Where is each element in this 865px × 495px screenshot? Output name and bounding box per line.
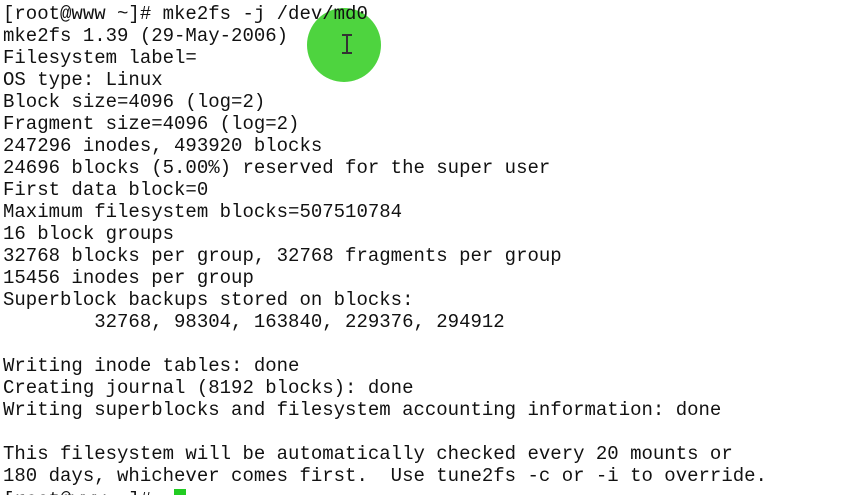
terminal-next-prompt: [root@www ~]#	[3, 489, 163, 495]
terminal-line-max-blocks: Maximum filesystem blocks=507510784	[3, 201, 403, 223]
terminal-line-check-2: 180 days, whichever comes first. Use tun…	[3, 465, 767, 487]
ibeam-cursor-icon	[341, 33, 353, 55]
terminal-line-inode-tables: Writing inode tables: done	[3, 355, 300, 377]
text-cursor	[174, 489, 186, 495]
terminal-line-superblocks: Writing superblocks and filesystem accou…	[3, 399, 722, 421]
terminal-line-per-group: 32768 blocks per group, 32768 fragments …	[3, 245, 562, 267]
terminal-line-command: [root@www ~]# mke2fs -j /dev/md0	[3, 3, 368, 25]
terminal-line-reserved: 24696 blocks (5.00%) reserved for the su…	[3, 157, 551, 179]
terminal-line-os-type: OS type: Linux	[3, 69, 163, 91]
terminal-window[interactable]: [root@www ~]# mke2fs -j /dev/md0 mke2fs …	[0, 0, 865, 495]
terminal-line-version: mke2fs 1.39 (29-May-2006)	[3, 25, 289, 47]
terminal-line-check-1: This filesystem will be automatically ch…	[3, 443, 733, 465]
terminal-line-backup-list: 32768, 98304, 163840, 229376, 294912	[3, 311, 505, 333]
terminal-line-groups: 16 block groups	[3, 223, 175, 245]
terminal-line-fragment: Fragment size=4096 (log=2)	[3, 113, 300, 135]
terminal-line-first-block: First data block=0	[3, 179, 209, 201]
terminal-line-block-size: Block size=4096 (log=2)	[3, 91, 266, 113]
terminal-line-backups: Superblock backups stored on blocks:	[3, 289, 414, 311]
terminal-line-inodes: 247296 inodes, 493920 blocks	[3, 135, 323, 157]
terminal-line-label: Filesystem label=	[3, 47, 197, 69]
terminal-line-journal: Creating journal (8192 blocks): done	[3, 377, 414, 399]
terminal-line-inodes-group: 15456 inodes per group	[3, 267, 254, 289]
